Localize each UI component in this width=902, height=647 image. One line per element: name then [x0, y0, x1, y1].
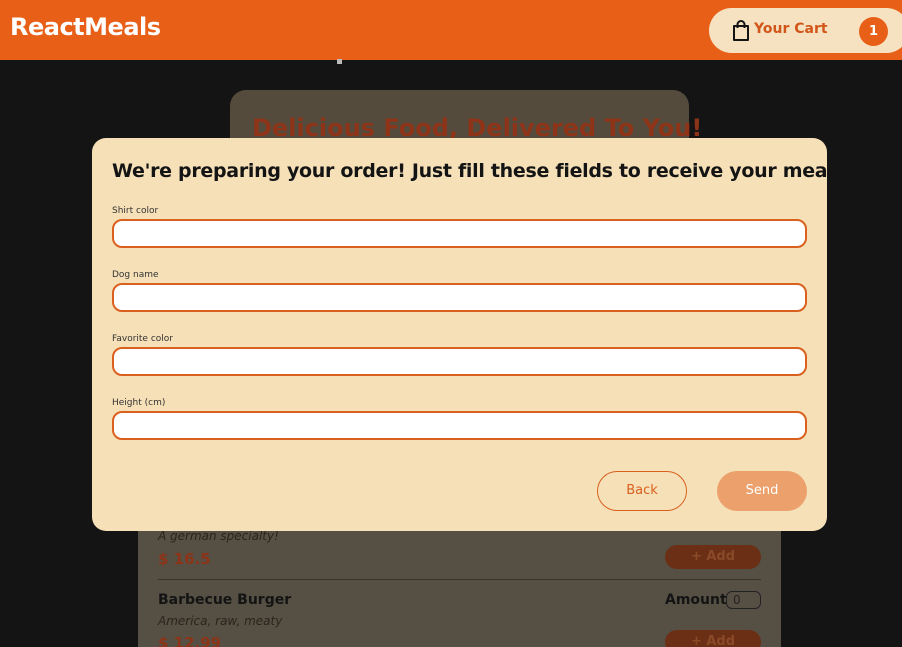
meal-price: $ 16.5 — [158, 550, 211, 568]
dog-name-label: Dog name — [112, 270, 159, 280]
meal-price: $ 12.99 — [158, 634, 222, 647]
amount-label: Amount — [665, 592, 727, 608]
modal-title: We're preparing your order! Just fill th… — [112, 160, 845, 182]
app-header: ReactMeals Your Cart 1 — [0, 0, 902, 60]
shirt-color-input[interactable] — [112, 219, 807, 248]
favorite-color-label: Favorite color — [112, 334, 173, 344]
add-meal-button[interactable]: + Add — [665, 545, 761, 569]
cart-count-badge: 1 — [859, 17, 888, 46]
order-modal: We're preparing your order! Just fill th… — [92, 138, 845, 531]
meal-divider — [158, 579, 761, 580]
cart-label: Your Cart — [754, 21, 828, 37]
meal-description: America, raw, meaty — [158, 614, 283, 628]
cursor-artifact — [337, 59, 342, 64]
height-label: Height (cm) — [112, 398, 166, 408]
shopping-bag-icon — [733, 20, 749, 41]
meal-name: Barbecue Burger — [158, 592, 292, 608]
favorite-color-input[interactable] — [112, 347, 807, 376]
shirt-color-label: Shirt color — [112, 206, 159, 216]
height-input[interactable] — [112, 411, 807, 440]
brand-logo: ReactMeals — [10, 13, 161, 41]
dog-name-input[interactable] — [112, 283, 807, 312]
send-button[interactable]: Send — [717, 471, 807, 511]
cart-button[interactable]: Your Cart 1 — [709, 8, 902, 53]
meal-description: A german specialty! — [158, 529, 279, 543]
back-button[interactable]: Back — [597, 471, 687, 511]
amount-input[interactable]: 0 — [726, 591, 761, 609]
add-meal-button[interactable]: + Add — [665, 630, 761, 647]
